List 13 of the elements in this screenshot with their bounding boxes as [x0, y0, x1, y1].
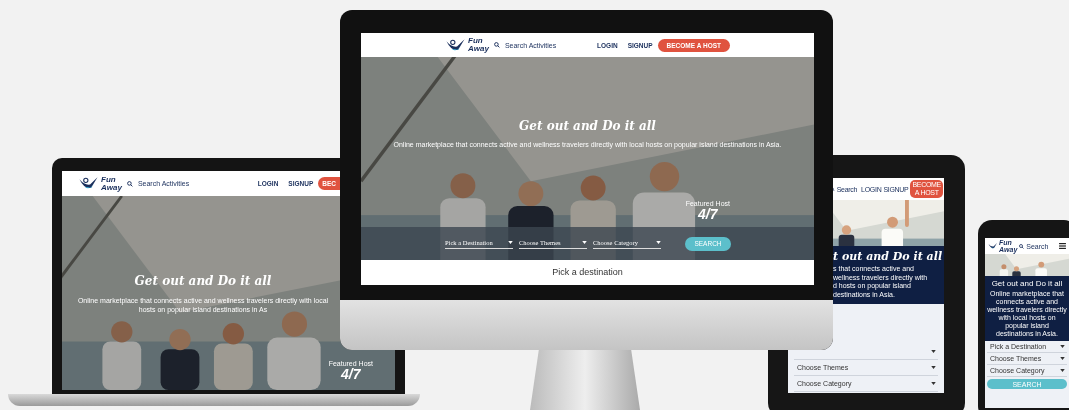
caret-icon: [931, 382, 936, 385]
caret-icon: [1060, 345, 1065, 348]
menu-icon[interactable]: [1059, 243, 1066, 249]
hero-title: Get out and Do it all: [991, 279, 1063, 288]
caret-icon: [1060, 369, 1065, 372]
slide-counter: 4/7: [341, 367, 361, 382]
caret-icon: [1060, 357, 1065, 360]
hero-title: Get out and Do it all: [134, 274, 272, 288]
logo[interactable]: Fun Away: [445, 36, 489, 54]
caret-icon: [931, 366, 936, 369]
logo[interactable]: Fun Away: [78, 175, 122, 192]
hero-title: t out and Do it all: [833, 250, 940, 263]
section-title: Pick a destination: [551, 266, 624, 277]
